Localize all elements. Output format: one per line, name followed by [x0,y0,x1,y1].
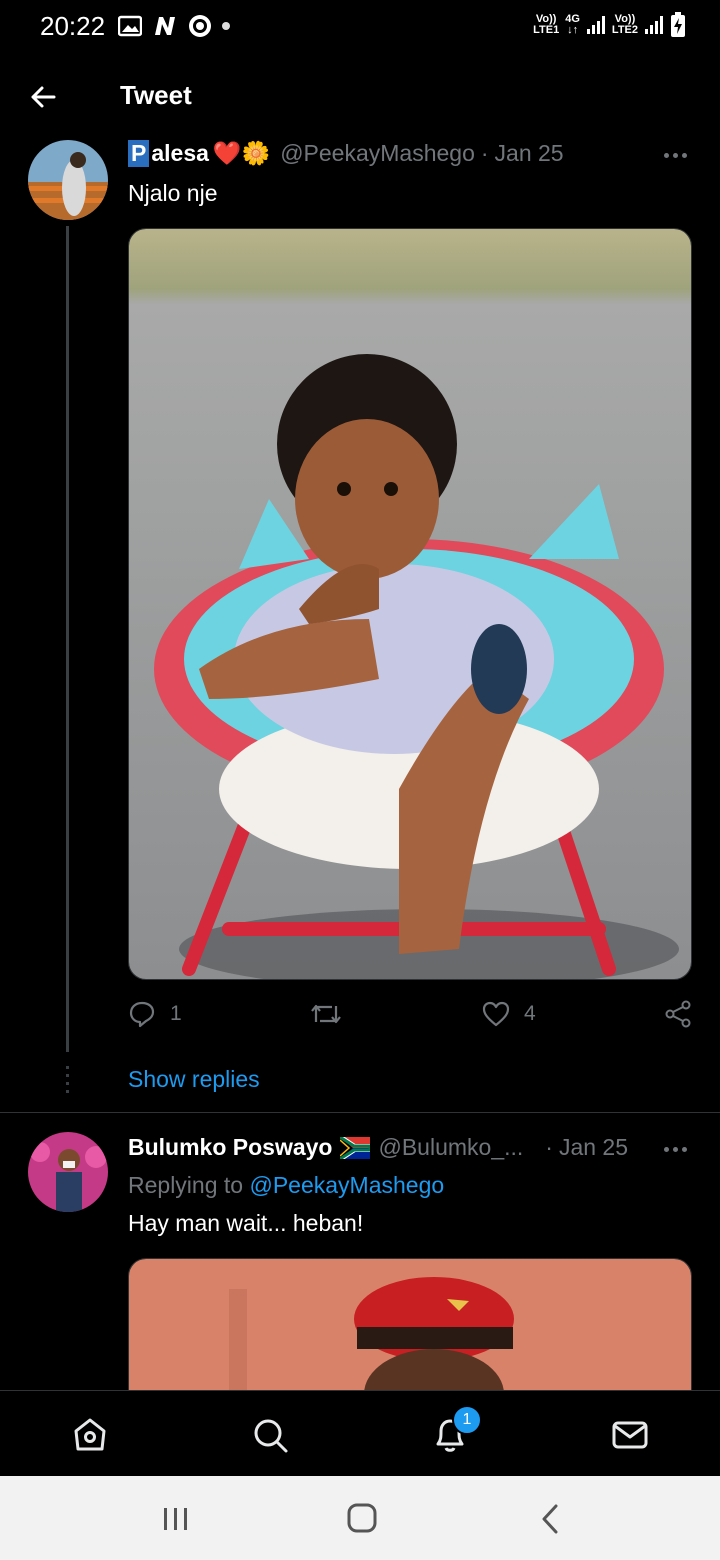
tweet-text: Njalo nje [128,180,218,206]
heart-icon [482,1001,510,1027]
status-bar: 20:22 Vo)) LTE1 4G ↓↑ Vo)) LTE2 [0,0,720,56]
tweet-header: Bulumko Poswayo @Bulumko_... · Jan 25 [128,1134,628,1161]
gallery-icon [118,15,142,37]
south-africa-flag-icon [340,1136,371,1159]
home-button-icon[interactable] [342,1502,382,1536]
signal-icon-1 [586,16,605,34]
more-notifications-dot [222,22,230,30]
reply-icon [129,1001,155,1028]
share-icon [665,1000,691,1028]
tweet-text: Hay man wait... heban! [128,1210,364,1236]
sim1-label: Vo)) LTE1 [533,13,560,36]
avatar[interactable] [28,140,108,220]
display-name[interactable]: P alesa ❤️🌼 [128,140,270,167]
network-type: 4G ↓↑ [565,13,580,36]
show-replies-link[interactable]: Show replies [128,1066,260,1093]
search-icon[interactable] [250,1415,290,1455]
tweet-header: P alesa ❤️🌼 @PeekayMashego · Jan 25 [128,140,564,167]
badge-app-icon [189,15,211,37]
separator: · [480,140,489,166]
reply-count: 1 [170,1002,182,1025]
page-title: Tweet [120,80,192,110]
share-button[interactable] [664,1000,692,1028]
retweet-icon [311,1004,341,1024]
more-options-icon[interactable] [664,1144,690,1154]
home-icon[interactable] [70,1415,110,1455]
system-nav-bar [0,1476,720,1560]
recent-apps-icon[interactable] [156,1502,196,1536]
name-emoji: ❤️🌼 [212,140,271,166]
bottom-nav: 1 [0,1390,720,1477]
app-header: Tweet [0,60,720,132]
more-options-icon[interactable] [664,150,690,160]
system-status-icons: Vo)) LTE1 4G ↓↑ Vo)) LTE2 [533,12,686,38]
tweet-photo[interactable] [128,228,692,980]
tweet-actions: 1 4 [128,1000,692,1036]
like-button[interactable]: 4 [482,1000,536,1028]
handle: @PeekayMashego [280,140,475,166]
signal-icon-2 [645,16,663,34]
avatar[interactable] [28,1132,108,1212]
tweet-date[interactable]: Jan 25 [495,140,564,167]
battery-icon [671,12,685,37]
replying-to: Replying to @PeekayMashego [128,1172,445,1198]
status-time: 20:22 [40,11,106,41]
n-app-icon [155,17,175,35]
thread-dots [66,1066,69,1094]
back-icon[interactable] [530,1502,570,1536]
notification-icons [118,14,230,38]
messages-icon[interactable] [610,1415,650,1455]
sim2-label: Vo)) LTE2 [611,13,638,36]
divider [0,1112,720,1113]
reply-button[interactable]: 1 [128,1000,182,1028]
separator: · [545,1134,553,1160]
like-count: 4 [524,1002,536,1025]
tweet-date[interactable]: Jan 25 [559,1134,628,1161]
notification-badge: 1 [452,1405,482,1435]
replying-to-handle[interactable]: @PeekayMashego [249,1172,444,1198]
thread-line [66,226,69,1052]
retweet-button[interactable] [310,1000,342,1028]
name-initial-box: P [128,140,150,167]
handle: @Bulumko_... [378,1134,524,1160]
display-name[interactable]: Bulumko Poswayo [128,1134,332,1161]
back-arrow-icon[interactable] [26,80,60,114]
